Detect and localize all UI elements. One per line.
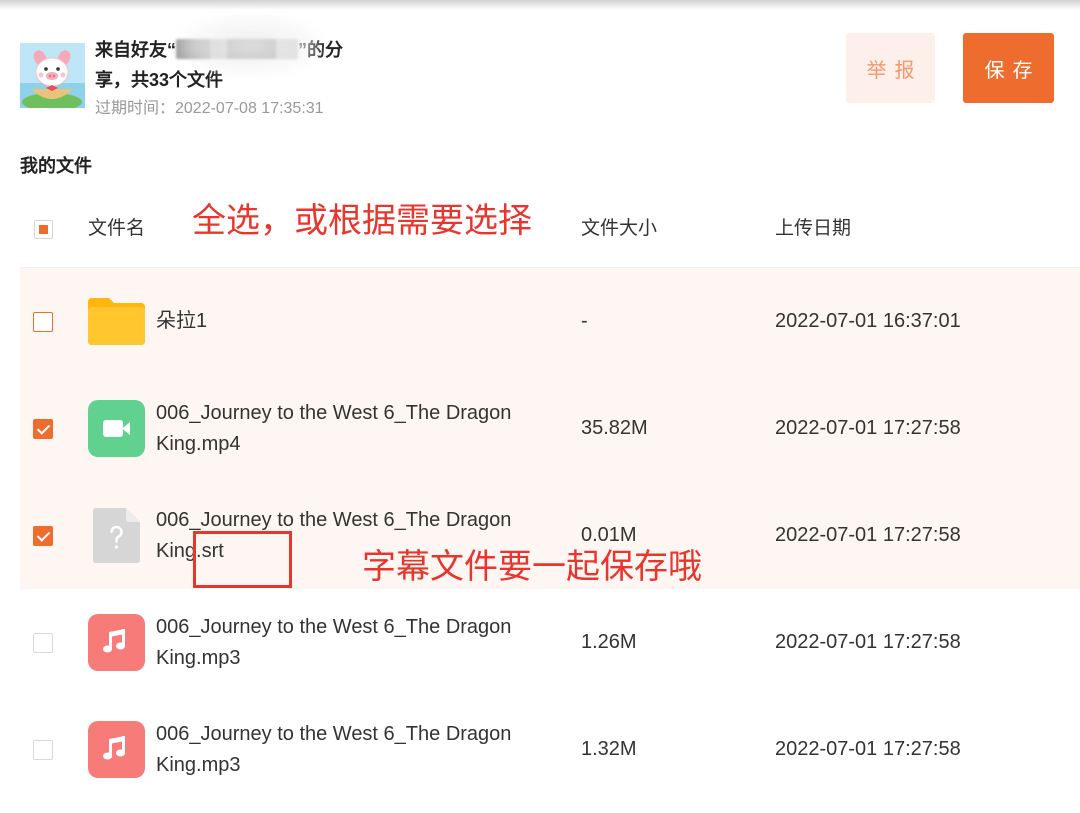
upload-date: 2022-07-01 16:37:01 (775, 310, 961, 332)
row-checkbox[interactable] (33, 419, 53, 439)
column-header-date: 上传日期 (775, 218, 852, 239)
upload-date: 2022-07-01 17:27:58 (775, 524, 961, 546)
select-all-checkbox[interactable] (34, 220, 53, 239)
file-row[interactable]: 006_Journey to the West 6_The Dragon Kin… (20, 589, 1080, 696)
section-title: 我的文件 (20, 156, 92, 176)
column-header-name: 文件名 (88, 218, 146, 239)
file-name[interactable]: 006_Journey to the West 6_The Dragon Kin… (156, 696, 556, 803)
file-row[interactable]: 朵拉1 - 2022-07-01 16:37:01 (20, 268, 1080, 375)
file-list: 朵拉1 - 2022-07-01 16:37:01 006_Journey to… (20, 268, 1080, 803)
row-checkbox[interactable] (33, 633, 53, 653)
upload-date: 2022-07-01 17:27:58 (775, 738, 961, 760)
share-page: 来自好友“ ”的分 享，共33个文件 过期时间：2022-07-08 17:35:… (0, 0, 1080, 813)
avatar (20, 43, 85, 108)
upload-date: 2022-07-01 17:27:58 (775, 417, 961, 439)
audio-file-icon (88, 614, 145, 671)
video-file-icon (88, 400, 145, 457)
share-title-prefix: 来自好友“ (95, 40, 176, 60)
file-size: 1.32M (581, 738, 637, 760)
file-size: - (581, 310, 588, 332)
share-info: 来自好友“ ”的分 享，共33个文件 过期时间：2022-07-08 17:35:… (95, 35, 343, 121)
file-name[interactable]: 006_Journey to the West 6_The Dragon Kin… (156, 375, 556, 482)
expire-time: 过期时间：2022-07-08 17:35:31 (95, 100, 324, 117)
column-header-size: 文件大小 (581, 218, 658, 239)
file-size: 1.26M (581, 631, 637, 653)
annotation-select-hint: 全选，或根据需要选择 (192, 202, 532, 240)
audio-file-icon (88, 721, 145, 778)
save-button[interactable]: 保存 (963, 33, 1054, 103)
report-button[interactable]: 举报 (846, 33, 935, 103)
top-bar-shadow (0, 0, 1080, 10)
annotation-subtitle-hint: 字幕文件要一起保存哦 (362, 548, 702, 586)
row-checkbox[interactable] (33, 740, 53, 760)
redacted-friend-name (176, 39, 298, 59)
unknown-file-icon (88, 507, 145, 564)
share-title-line-2: 享，共33个文件 (95, 70, 224, 90)
upload-date: 2022-07-01 17:27:58 (775, 631, 961, 653)
file-size: 35.82M (581, 417, 648, 439)
folder-icon (88, 293, 145, 350)
file-row[interactable]: 006_Journey to the West 6_The Dragon Kin… (20, 375, 1080, 482)
row-checkbox[interactable] (33, 526, 53, 546)
annotation-highlight-box (193, 531, 292, 588)
file-name[interactable]: 朵拉1 (156, 268, 556, 375)
row-checkbox[interactable] (33, 312, 53, 332)
share-title-line-1: 来自好友“ ”的分 (95, 35, 343, 65)
file-row[interactable]: 006_Journey to the West 6_The Dragon Kin… (20, 696, 1080, 803)
file-name[interactable]: 006_Journey to the West 6_The Dragon Kin… (156, 589, 556, 696)
table-header: 文件名 文件大小 上传日期 (20, 195, 1080, 268)
share-title-suffix: ”的分 (298, 40, 343, 60)
